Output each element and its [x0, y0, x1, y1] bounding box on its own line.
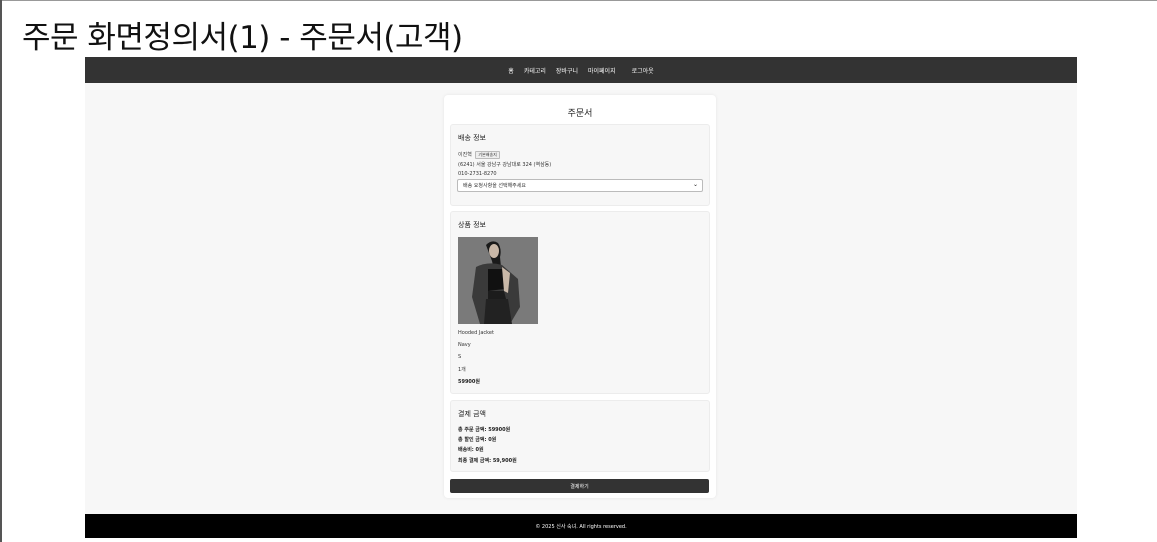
shipping-fee: 배송비: 0원	[458, 447, 484, 453]
total-discount-amount: 총 할인 금액: 0원	[458, 437, 497, 443]
product-heading: 상품 정보	[458, 221, 486, 229]
product-section: 상품 정보 Hooded Jacket Navy S 1개 59900원	[450, 211, 710, 394]
order-card: 주문서 배송 정보 이진혁 기본배송지 (6241) 서울 강남구 강남대로 3…	[444, 95, 716, 498]
nav-mypage[interactable]: 마이페이지	[588, 66, 616, 75]
nav-home[interactable]: 홈	[508, 66, 514, 75]
frame-top-border	[0, 0, 1157, 1]
frame-left-border	[0, 0, 2, 542]
nav-category[interactable]: 카테고리	[524, 66, 546, 75]
product-price: 59900원	[458, 379, 480, 385]
payment-section: 결제 금액 총 주문 금액: 59900원 총 할인 금액: 0원 배송비: 0…	[450, 400, 710, 472]
shipping-phone: 010-2731-8270	[458, 171, 497, 177]
product-image	[458, 237, 538, 324]
web-page: 홈 카테고리 장바구니 마이페이지 로그아웃 주문서 배송 정보 이진혁 기본배…	[85, 57, 1077, 538]
product-size: S	[458, 354, 462, 360]
slide-title: 주문 화면정의서(1) - 주문서(고객)	[22, 20, 463, 56]
default-address-badge: 기본배송지	[475, 151, 500, 159]
pay-button[interactable]: 결제하기	[450, 479, 709, 493]
chevron-down-icon: ⌄	[692, 181, 698, 188]
final-payment-amount: 최종 결제 금액: 59,900원	[458, 458, 517, 464]
shipping-section: 배송 정보 이진혁 기본배송지 (6241) 서울 강남구 강남대로 324 (…	[450, 124, 710, 206]
delivery-request-select[interactable]: 배송 요청사항을 선택해주세요 ⌄	[457, 179, 703, 192]
top-navbar: 홈 카테고리 장바구니 마이페이지 로그아웃	[85, 57, 1077, 83]
product-quantity: 1개	[458, 367, 466, 373]
shipping-address: (6241) 서울 강남구 강남대로 324 (역삼동)	[458, 162, 552, 168]
order-title: 주문서	[567, 109, 593, 119]
product-name: Hooded Jacket	[458, 330, 494, 336]
total-order-amount: 총 주문 금액: 59900원	[458, 427, 511, 433]
recipient-name: 이진혁	[458, 152, 472, 158]
nav-logout[interactable]: 로그아웃	[632, 66, 654, 75]
shipping-heading: 배송 정보	[458, 134, 486, 142]
delivery-request-value: 배송 요청사항을 선택해주세요	[463, 183, 526, 189]
nav-cart[interactable]: 장바구니	[556, 66, 578, 75]
product-color: Navy	[458, 342, 471, 348]
footer: © 2025 신사 숙녀. All rights reserved.	[85, 514, 1077, 538]
payment-heading: 결제 금액	[458, 410, 486, 418]
recipient-row: 이진혁 기본배송지	[458, 151, 500, 159]
